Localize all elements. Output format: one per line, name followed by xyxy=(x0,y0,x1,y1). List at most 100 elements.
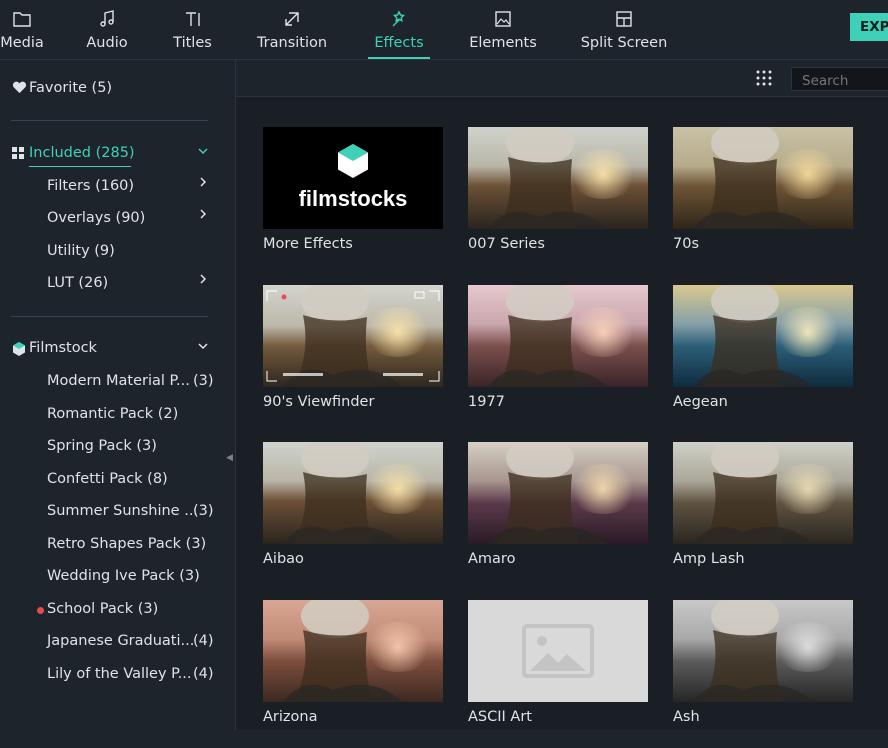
sidebar-item-label: Summer Sunshine ... xyxy=(47,503,199,519)
effect-thumbnail: filmstocks xyxy=(263,127,443,229)
sidebar-item-label: Japanese Graduati... xyxy=(47,633,195,649)
sidebar-item-label: Filters (160) xyxy=(47,178,135,194)
effect-label: Amp Lash xyxy=(673,551,745,567)
effect-card[interactable]: filmstocks More Effects xyxy=(263,127,443,275)
effect-card[interactable]: 007 Series xyxy=(468,127,648,275)
effect-label: Arizona xyxy=(263,708,318,725)
effect-thumbnail xyxy=(263,599,443,702)
new-indicator-dot xyxy=(37,606,44,614)
chevron-down-icon xyxy=(198,343,208,350)
effect-label: Aegean xyxy=(673,393,728,410)
image-placeholder-icon xyxy=(522,623,594,678)
tab-transition[interactable]: Transition xyxy=(256,0,328,59)
chevron-right-icon xyxy=(200,177,207,187)
sidebar-item-label: Lily of the Valley P... xyxy=(47,665,192,682)
sidebar-item-label: Wedding Ive Pack (3) xyxy=(47,568,200,584)
chevron-right-icon xyxy=(200,274,207,284)
viewfinder-overlay-icon xyxy=(266,290,440,381)
tab-label: Elements xyxy=(469,35,537,51)
sidebar-item-label: LUT (26) xyxy=(47,275,109,291)
favorite-label: Favorite (5) xyxy=(29,80,113,96)
active-tab-underline xyxy=(368,57,430,59)
divider xyxy=(11,120,208,121)
effect-card[interactable]: Amp Lash xyxy=(673,442,853,590)
photo-subject-icon xyxy=(488,442,608,544)
included-underline xyxy=(29,166,131,167)
sidebar-item-label: Romantic Pack (2) xyxy=(47,405,179,422)
effect-thumbnail xyxy=(468,442,648,544)
pack-count: (4) xyxy=(193,633,214,649)
effects-library-panel: filmstocks More Effects 007 Series 70s 90's … xyxy=(236,60,888,730)
effect-label: ASCII Art xyxy=(468,708,532,725)
effect-card[interactable]: 90's Viewfinder xyxy=(263,284,443,433)
effect-card[interactable]: Arizona xyxy=(263,599,443,748)
effect-label: 90's Viewfinder xyxy=(263,393,375,410)
sidebar-item-label: Confetti Pack (8) xyxy=(47,470,168,487)
chevron-right-icon xyxy=(200,209,207,219)
effect-card[interactable]: Ash xyxy=(673,599,853,748)
tab-label: Audio xyxy=(86,35,128,51)
effect-thumbnail xyxy=(673,127,853,229)
effect-card[interactable]: ASCII Art xyxy=(468,599,648,748)
tab-media[interactable]: Media xyxy=(0,0,44,59)
effect-card[interactable]: Amaro xyxy=(468,442,648,590)
tab-label: Transition xyxy=(256,35,328,51)
tab-split-screen[interactable]: Split Screen xyxy=(580,0,668,59)
image-icon xyxy=(495,11,511,27)
effect-label: More Effects xyxy=(263,236,353,252)
tab-effects[interactable]: Effects xyxy=(368,0,430,59)
photo-subject-icon xyxy=(283,599,403,702)
effect-card[interactable]: 70s xyxy=(673,127,853,275)
folder-icon xyxy=(13,12,31,27)
effects-category-sidebar: Favorite (5) Included (285) Filters (160… xyxy=(0,60,236,730)
effect-card[interactable]: Aibao xyxy=(263,442,443,590)
photo-subject-icon xyxy=(488,284,608,387)
effect-thumbnail xyxy=(468,599,648,704)
photo-subject-icon xyxy=(693,599,813,702)
tab-audio[interactable]: Audio xyxy=(84,0,130,59)
sidebar-item-label: Utility (9) xyxy=(47,243,115,259)
chevron-down-icon xyxy=(198,148,208,155)
search-input[interactable] xyxy=(791,67,888,91)
export-button[interactable]: EXP xyxy=(850,13,888,41)
effect-thumbnail xyxy=(263,284,443,387)
effect-card[interactable]: 1977 xyxy=(468,284,648,433)
effect-label: Aibao xyxy=(263,551,304,567)
tab-label: Titles xyxy=(173,35,212,51)
filmstocks-logo-icon: filmstocks xyxy=(299,144,408,211)
library-toolbar xyxy=(236,60,888,97)
transition-icon xyxy=(285,12,299,26)
split-screen-icon xyxy=(616,11,632,27)
sidebar-item-label: Modern Material P... xyxy=(47,373,190,389)
collapse-sidebar-handle[interactable]: ◀ xyxy=(226,453,234,465)
grid-icon xyxy=(12,147,24,159)
heart-icon xyxy=(12,81,27,94)
sidebar-item-label: Retro Shapes Pack (3) xyxy=(47,535,207,552)
tab-titles[interactable]: Titles xyxy=(170,0,215,59)
effect-card[interactable]: Aegean xyxy=(673,284,853,433)
divider xyxy=(11,316,208,317)
included-label: Included (285) xyxy=(29,145,135,161)
pack-count: (3) xyxy=(193,373,214,389)
photo-subject-icon xyxy=(283,442,403,544)
photo-subject-icon xyxy=(693,127,813,229)
tab-label: Media xyxy=(0,35,44,51)
effect-thumbnail xyxy=(673,284,853,387)
sidebar-item-label: Spring Pack (3) xyxy=(47,438,157,454)
effect-thumbnail xyxy=(673,442,853,544)
effect-thumbnail xyxy=(673,599,853,702)
effect-thumbnail xyxy=(468,127,648,229)
effect-label: Amaro xyxy=(468,551,516,567)
sidebar-item-label: Overlays (90) xyxy=(47,210,146,226)
svg-text:filmstocks: filmstocks xyxy=(299,186,408,211)
top-tab-bar: Media Audio Titles Transition Effects El… xyxy=(0,0,888,60)
effect-label: 1977 xyxy=(468,393,505,410)
grid-view-icon[interactable] xyxy=(756,70,772,86)
text-icon xyxy=(185,12,200,26)
tab-label: Split Screen xyxy=(580,35,668,51)
effect-label: Ash xyxy=(673,708,700,725)
effect-thumbnail xyxy=(263,442,443,544)
tab-label: Effects xyxy=(374,35,424,51)
tab-elements[interactable]: Elements xyxy=(468,0,538,59)
sidebar-item-label: School Pack (3) xyxy=(47,600,159,617)
